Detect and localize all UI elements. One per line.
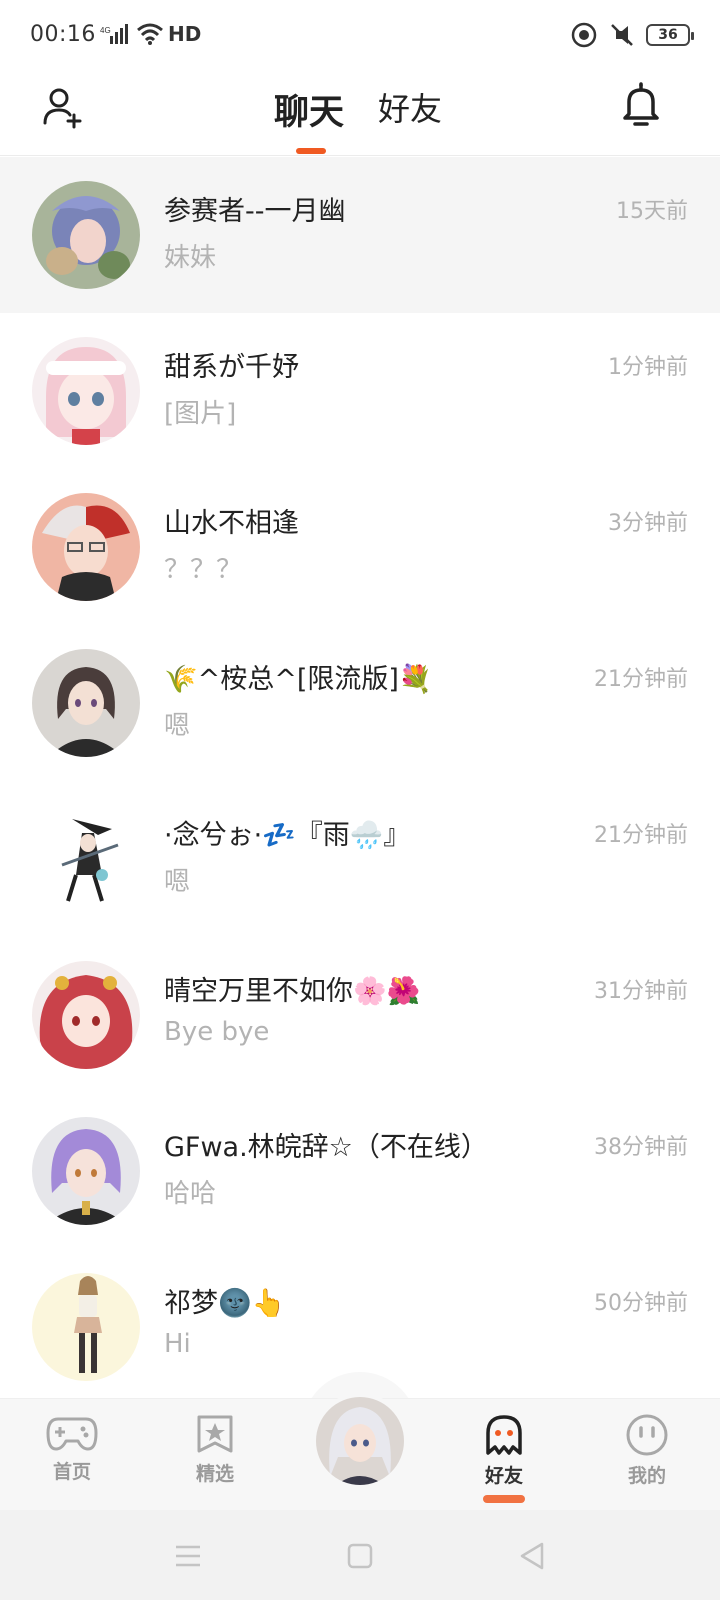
- message-time: 50分钟前: [594, 1291, 688, 1316]
- add-friend-button[interactable]: [40, 84, 86, 130]
- contact-name: 山水不相逢: [164, 508, 299, 539]
- active-tab-indicator: [296, 148, 326, 154]
- home-square-icon[interactable]: [342, 1538, 378, 1574]
- last-message: 哈哈: [164, 1179, 217, 1209]
- contact-name: 祁梦🌚👆: [164, 1288, 286, 1319]
- chat-row[interactable]: 参赛者--一月幽 妹妹 15天前: [0, 157, 720, 313]
- last-message: 嗯: [164, 867, 191, 897]
- nav-friends[interactable]: 好友: [459, 1413, 549, 1503]
- bell-icon: [623, 82, 659, 126]
- top-header: 聊天 好友: [0, 72, 720, 156]
- message-time: 1分钟前: [608, 355, 688, 380]
- last-message: [图片]: [164, 399, 237, 429]
- contact-name: GFwa.林皖辞☆（不在线）: [164, 1132, 488, 1163]
- nav-label: 首页: [52, 1461, 91, 1483]
- last-message: Hi: [164, 1329, 191, 1359]
- nav-label: 我的: [627, 1465, 666, 1487]
- battery-level: 36: [658, 27, 678, 43]
- nav-label: 好友: [484, 1465, 523, 1487]
- tab-chat[interactable]: 聊天: [274, 84, 344, 135]
- status-bar: 00:16 4G HD 36: [0, 0, 720, 72]
- gamepad-icon: [46, 1417, 98, 1451]
- avatar[interactable]: [32, 337, 140, 445]
- nav-mine[interactable]: 我的: [602, 1413, 692, 1503]
- record-icon: [571, 22, 597, 48]
- star-bookmark-icon: [197, 1415, 233, 1453]
- message-time: 21分钟前: [594, 667, 688, 692]
- nav-label: 精选: [195, 1463, 234, 1485]
- chat-row[interactable]: ·念兮ぉ·💤『雨🌧️』 嗯 21分钟前: [0, 781, 720, 937]
- network-label: HD: [168, 22, 202, 46]
- last-message: ？？？: [164, 555, 243, 585]
- avatar[interactable]: [32, 805, 140, 913]
- battery-indicator: 36: [646, 24, 694, 46]
- signal-icon: 4G: [100, 24, 128, 44]
- contact-name: 甜系が千妤: [164, 352, 299, 383]
- message-time: 31分钟前: [594, 979, 688, 1004]
- contact-name: 参赛者--一月幽: [164, 196, 346, 227]
- back-triangle-icon[interactable]: [514, 1538, 550, 1574]
- avatar[interactable]: [32, 961, 140, 1069]
- last-message: Bye bye: [164, 1017, 270, 1047]
- last-message: 妹妹: [164, 243, 217, 273]
- message-time: 15天前: [616, 199, 688, 224]
- system-nav-bar: [0, 1510, 720, 1600]
- chat-row[interactable]: 山水不相逢 ？？？ 3分钟前: [0, 469, 720, 625]
- menu-icon[interactable]: [170, 1538, 206, 1574]
- chat-row[interactable]: 晴空万里不如你🌸🌺 Bye bye 31分钟前: [0, 937, 720, 1093]
- avatar[interactable]: [32, 1273, 140, 1381]
- svg-text:4G: 4G: [100, 26, 111, 35]
- avatar[interactable]: [32, 493, 140, 601]
- mute-vibrate-icon: [611, 24, 633, 46]
- add-user-icon: [43, 88, 82, 129]
- avatar[interactable]: [32, 649, 140, 757]
- notifications-button[interactable]: [618, 82, 664, 128]
- chat-row[interactable]: GFwa.林皖辞☆（不在线） 哈哈 38分钟前: [0, 1093, 720, 1249]
- ghost-icon: [486, 1415, 522, 1455]
- message-time: 3分钟前: [608, 511, 688, 536]
- message-time: 21分钟前: [594, 823, 688, 848]
- active-nav-indicator: [483, 1495, 525, 1503]
- tab-friends[interactable]: 好友: [378, 84, 442, 130]
- chat-list: 参赛者--一月幽 妹妹 15天前 甜系が千妤 [图片] 1分钟前 山水不相逢 ？…: [0, 157, 720, 1405]
- nav-home[interactable]: 首页: [27, 1413, 117, 1503]
- chat-row[interactable]: 甜系が千妤 [图片] 1分钟前: [0, 313, 720, 469]
- status-time: 00:16: [30, 22, 96, 47]
- chat-row[interactable]: 🌾^桉总^[限流版]💐 嗯 21分钟前: [0, 625, 720, 781]
- avatar[interactable]: [32, 1117, 140, 1225]
- message-time: 38分钟前: [594, 1135, 688, 1160]
- nav-featured[interactable]: 精选: [170, 1413, 260, 1503]
- contact-name: ·念兮ぉ·💤『雨🌧️』: [164, 820, 411, 851]
- wifi-icon: [137, 23, 163, 45]
- last-message: 嗯: [164, 711, 191, 741]
- avatar[interactable]: [32, 181, 140, 289]
- contact-name: 🌾^桉总^[限流版]💐: [164, 664, 433, 695]
- smiley-icon: [626, 1414, 668, 1456]
- contact-name: 晴空万里不如你🌸🌺: [164, 976, 421, 1007]
- nav-center-avatar[interactable]: [312, 1393, 408, 1489]
